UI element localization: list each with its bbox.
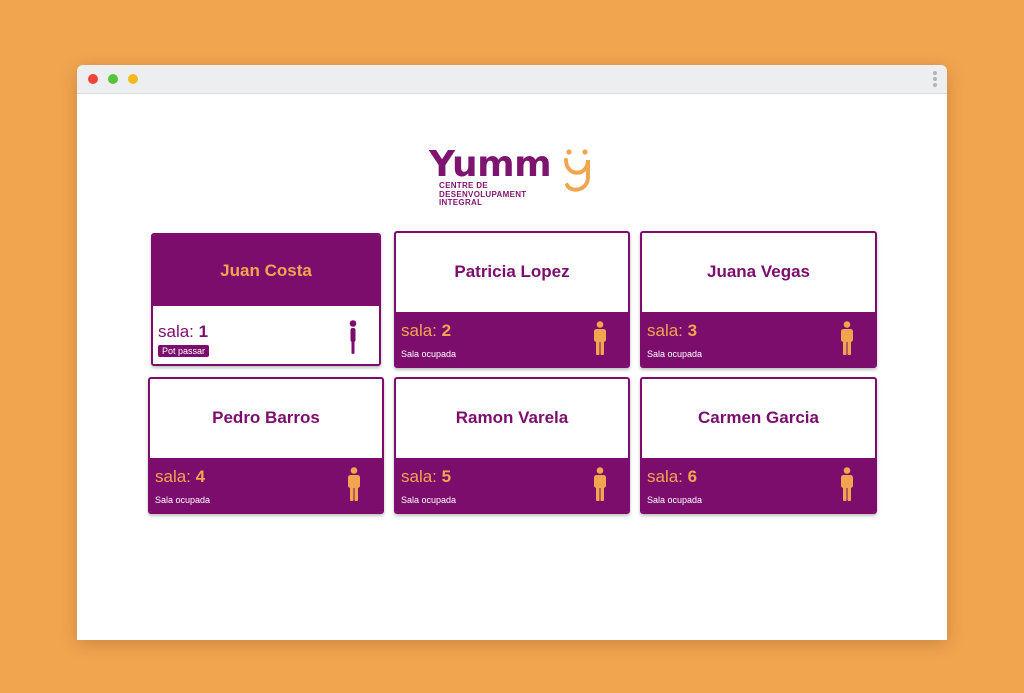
status-text: Sala ocupada — [647, 349, 703, 359]
patient-card[interactable]: Carmen Garcia sala: 6 Sala ocupada — [640, 377, 877, 514]
status-text: Sala ocupada — [647, 495, 703, 505]
patient-name: Juana Vegas — [706, 262, 810, 281]
room-label: sala: 3 — [647, 321, 698, 340]
patient-name: Patricia Lopez — [454, 262, 570, 281]
patient-card[interactable]: Juana Vegas sala: 3 Sala ocupada — [640, 231, 877, 368]
patient-name: Ramon Varela — [455, 408, 569, 427]
room-number: 4 — [195, 467, 206, 486]
person-icon — [841, 321, 853, 355]
patient-card[interactable]: Pedro Barros sala: 4 Sala ocupada — [148, 377, 384, 514]
logo-subtitle: CENTRE DE DESENVOLUPAMENT INTEGRAL — [439, 181, 527, 207]
window-titlebar — [77, 65, 947, 94]
status-text: Sala ocupada — [401, 349, 457, 359]
card-footer: sala: 3 Sala ocupada — [642, 312, 875, 366]
room-number: 5 — [441, 467, 452, 486]
patient-name: Pedro Barros — [212, 408, 320, 427]
maximize-window-button[interactable] — [108, 74, 118, 84]
status-text: Sala ocupada — [401, 495, 457, 505]
close-window-button[interactable] — [88, 74, 98, 84]
person-side-icon — [349, 320, 357, 354]
room-number: 1 — [198, 322, 209, 341]
patient-card[interactable]: Juan Costa sala: 1 Pot passar — [151, 233, 381, 366]
patient-name: Juan Costa — [153, 235, 379, 307]
card-footer: sala: 2 Sala ocupada — [396, 312, 628, 366]
browser-window: Yumm CENTRE DE DESENVOLUPAMENT INTEGRAL … — [77, 65, 947, 640]
more-options-icon[interactable] — [933, 71, 937, 89]
status-text: Sala ocupada — [155, 495, 211, 505]
card-footer: sala: 4 Sala ocupada — [150, 458, 382, 512]
card-footer: sala: 5 Sala ocupada — [396, 458, 628, 512]
patient-card[interactable]: Ramon Varela sala: 5 Sala ocupada — [394, 377, 630, 514]
status-badge: Pot passar — [158, 345, 210, 357]
logo-smile-y-icon — [564, 149, 590, 192]
card-footer: sala: 1 Pot passar — [153, 306, 379, 364]
room-label: sala: 5 — [401, 467, 452, 486]
room-label: sala: 2 — [401, 321, 452, 340]
room-number: 3 — [687, 321, 698, 340]
patient-name: Carmen Garcia — [698, 408, 819, 427]
yummy-logo: Yumm CENTRE DE DESENVOLUPAMENT INTEGRAL — [429, 145, 599, 215]
room-label: sala: 1 — [158, 322, 209, 341]
room-label: sala: 6 — [647, 467, 698, 486]
person-icon — [594, 467, 606, 501]
minimize-window-button[interactable] — [128, 74, 138, 84]
room-number: 6 — [687, 467, 698, 486]
room-label: sala: 4 — [155, 467, 206, 486]
card-footer: sala: 6 Sala ocupada — [642, 458, 875, 512]
patient-card[interactable]: Patricia Lopez sala: 2 Sala ocupada — [394, 231, 630, 368]
person-icon — [594, 321, 606, 355]
room-number: 2 — [441, 321, 452, 340]
person-icon — [348, 467, 360, 501]
logo-wordmark: Yumm — [429, 144, 552, 185]
person-icon — [841, 467, 853, 501]
